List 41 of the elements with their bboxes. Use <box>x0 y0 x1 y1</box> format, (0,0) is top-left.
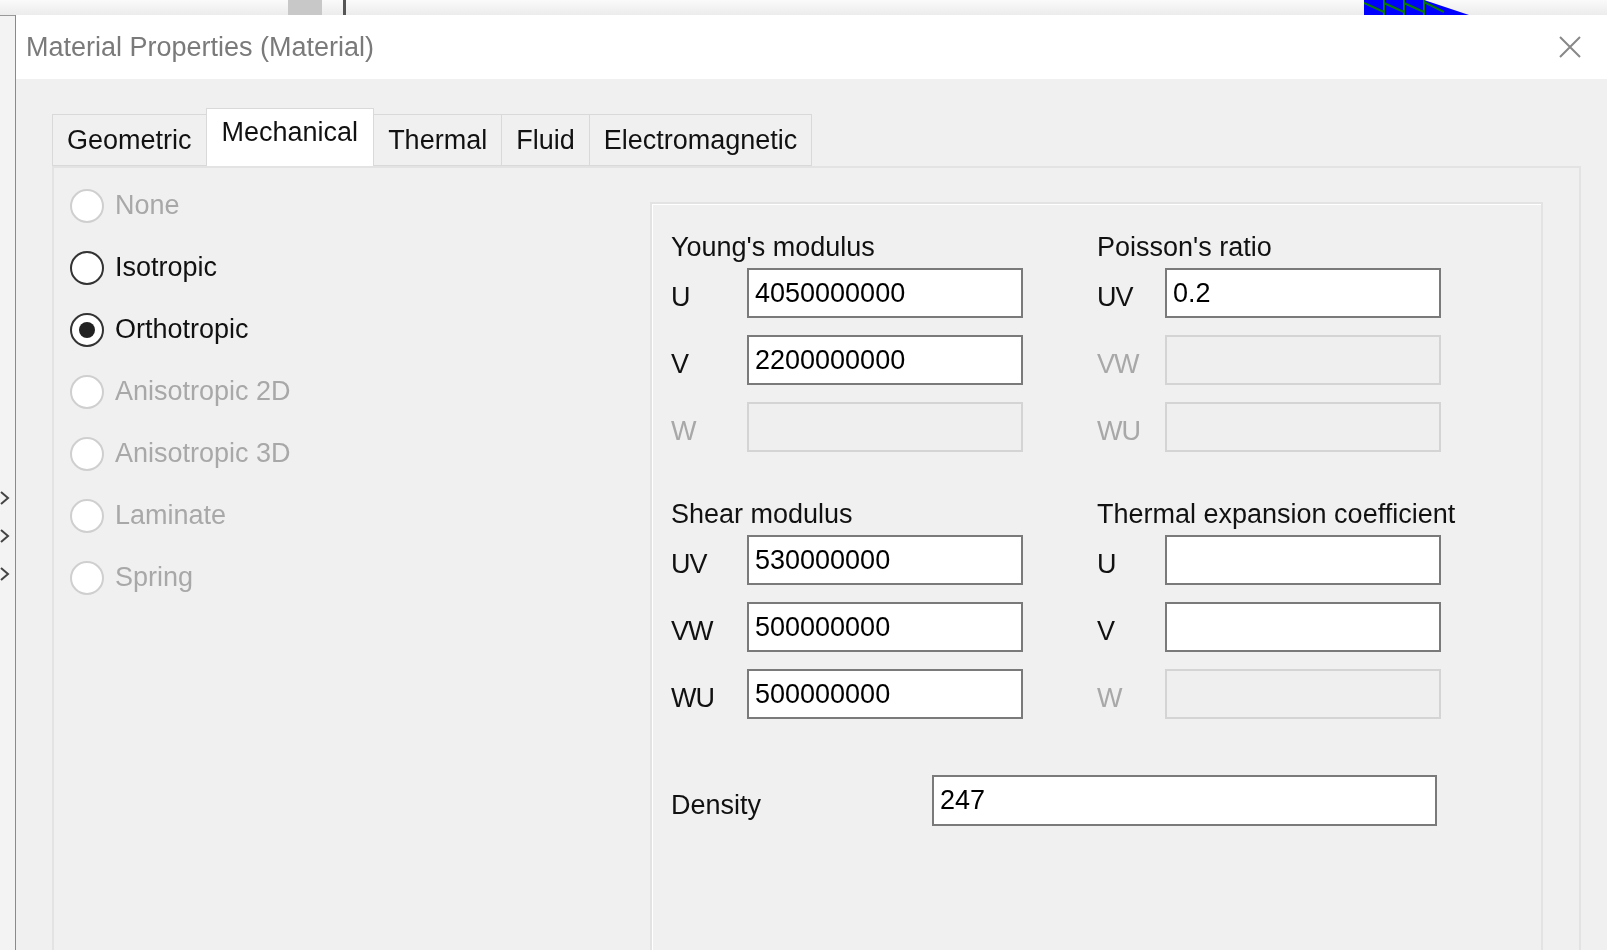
input-field[interactable]: 2200000000 <box>747 335 1023 385</box>
tab[interactable]: Thermal <box>373 114 503 166</box>
scrollbar-drawing <box>288 0 348 15</box>
tab[interactable]: Geometric <box>52 114 207 166</box>
window-title: Material Properties (Material) <box>26 31 375 63</box>
radio-option[interactable]: Orthotropic <box>70 313 650 346</box>
input-field[interactable]: 4050000000 <box>747 268 1023 318</box>
field-label: V <box>671 347 690 380</box>
input-field[interactable] <box>1165 602 1441 652</box>
tab[interactable]: Fluid <box>501 114 590 166</box>
field-label: V <box>1097 614 1116 647</box>
field-label: WU <box>671 681 715 714</box>
chevron-icon[interactable] <box>0 528 10 544</box>
input-field[interactable] <box>1165 535 1441 585</box>
field-label: VW <box>671 614 715 647</box>
close-icon <box>1559 36 1581 58</box>
field-label: VW <box>1097 347 1141 380</box>
field-label: U <box>1097 547 1117 580</box>
input-field[interactable]: 500000000 <box>747 669 1023 719</box>
input-field[interactable]: 247 <box>932 775 1437 826</box>
tab[interactable]: Electromagnetic <box>588 114 813 166</box>
input-field[interactable]: 530000000 <box>747 535 1023 585</box>
chevron-icon[interactable] <box>0 490 10 506</box>
input-field[interactable]: 0.2 <box>1165 268 1441 318</box>
field-label: WU <box>1097 414 1141 447</box>
radio-option[interactable]: Isotropic <box>70 251 650 284</box>
radio-circle[interactable] <box>70 250 104 285</box>
radio-circle[interactable] <box>70 312 104 347</box>
field-label: Density <box>671 789 763 821</box>
field-label: UV <box>1097 280 1135 313</box>
input-field[interactable]: 500000000 <box>747 602 1023 652</box>
section-title: Poisson's ratio <box>1097 231 1273 264</box>
field-label: U <box>671 280 691 313</box>
section-title: Thermal expansion coefficient <box>1097 498 1457 531</box>
chevron-icon[interactable] <box>0 566 10 582</box>
field-label: UV <box>671 547 709 580</box>
field-label: W <box>671 414 697 447</box>
section-title: Shear modulus <box>671 498 854 531</box>
section-title: Young's modulus <box>671 231 876 264</box>
field-label: W <box>1097 681 1123 714</box>
tab[interactable]: Mechanical <box>205 108 375 166</box>
